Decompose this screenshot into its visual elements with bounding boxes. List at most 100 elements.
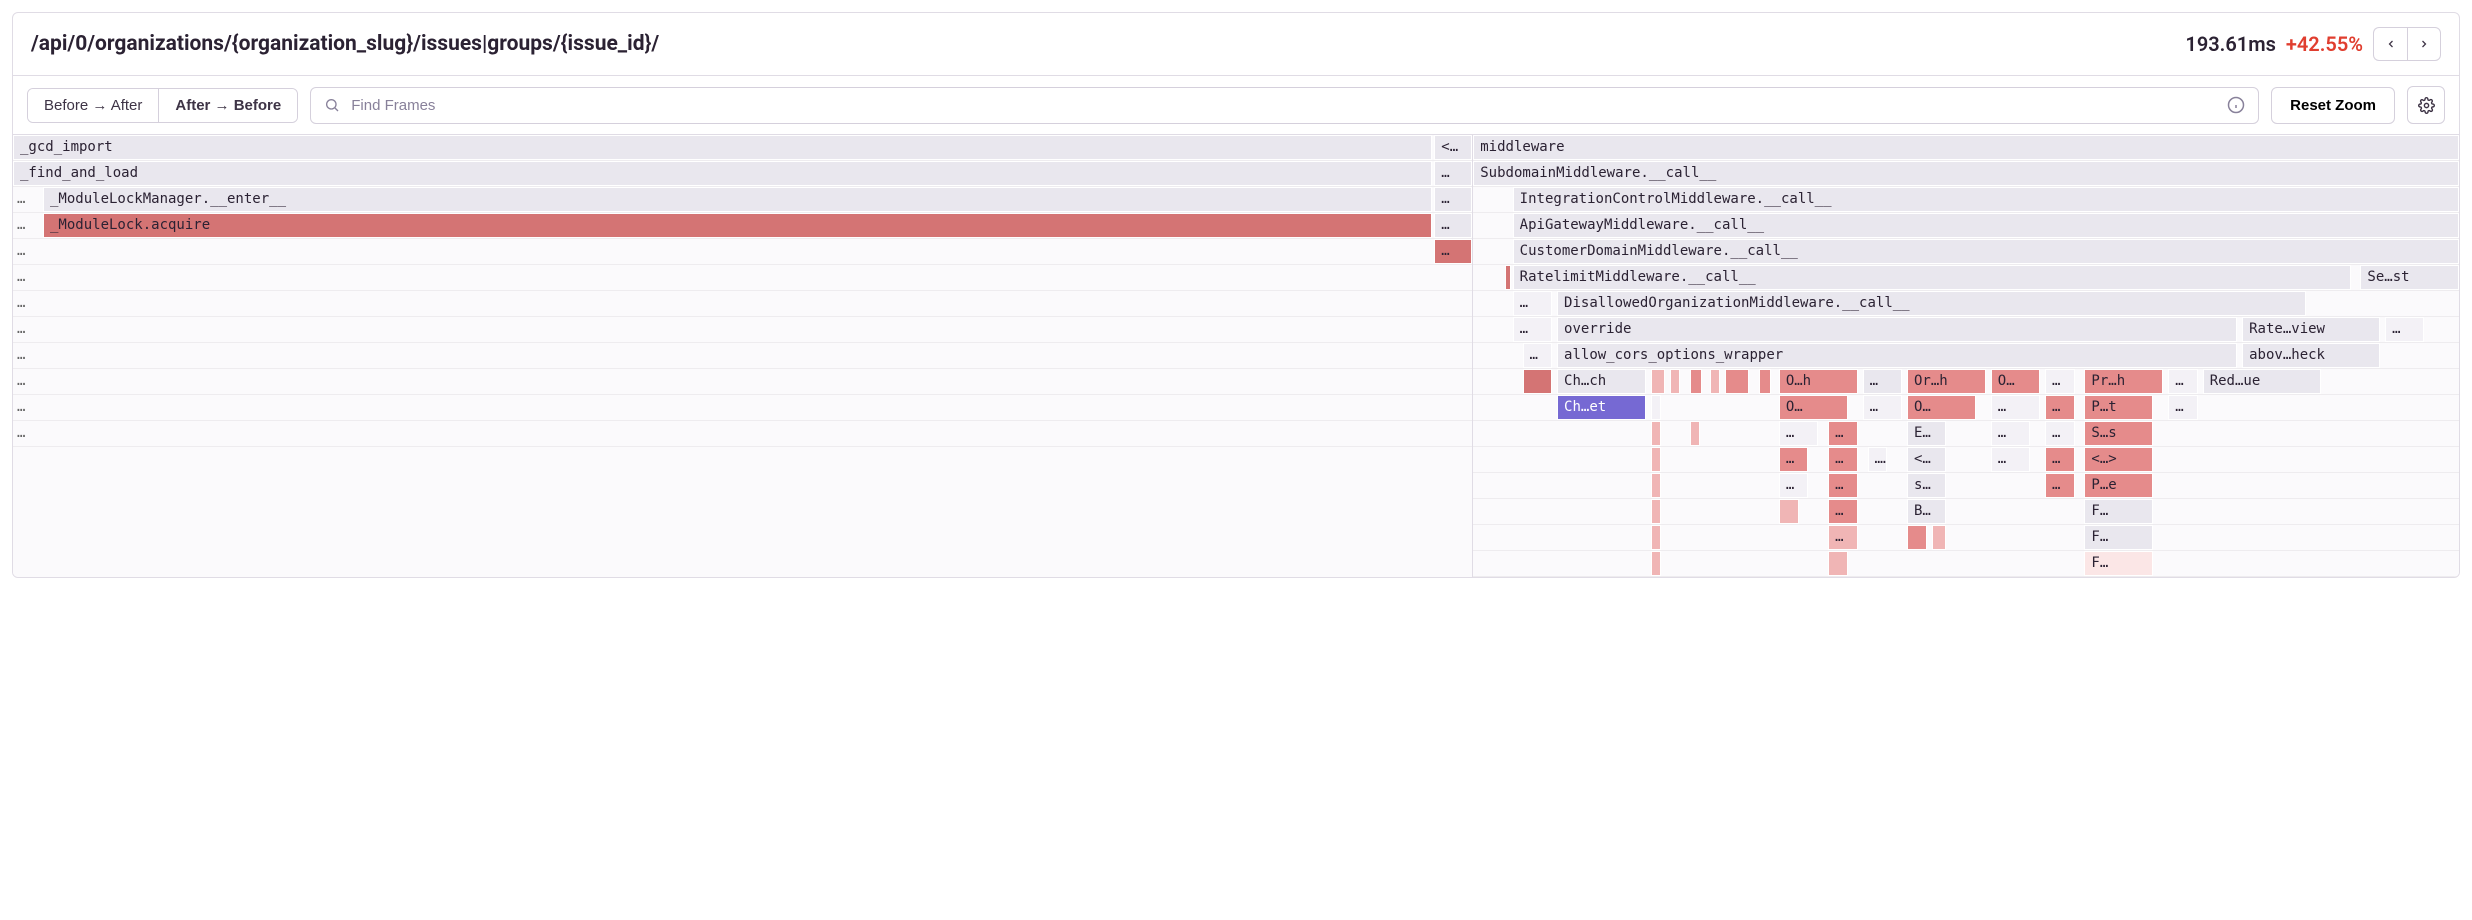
flame-frame[interactable]: …	[1868, 447, 1888, 472]
flame-frame[interactable]: …	[1863, 395, 1902, 420]
duration-value: 193.61ms	[2185, 32, 2275, 56]
flame-frame[interactable]: …	[2045, 447, 2075, 472]
flame-frame[interactable]: F…	[2084, 525, 2153, 550]
flame-row: _gcd_import<m…>	[13, 135, 1472, 161]
flame-frame[interactable]: …	[1779, 473, 1809, 498]
info-icon[interactable]	[2227, 96, 2245, 114]
settings-button[interactable]	[2407, 86, 2445, 124]
flame-frame[interactable]: override	[1557, 317, 2237, 342]
flame-frame[interactable]	[1725, 369, 1750, 394]
flame-frame[interactable]: DisallowedOrganizationMiddleware.__call_…	[1557, 291, 2306, 316]
flame-frame[interactable]	[1670, 369, 1680, 394]
flame-frame[interactable]	[1779, 499, 1799, 524]
flame-frame[interactable]: middleware	[1473, 135, 2459, 160]
prev-button[interactable]	[2373, 27, 2407, 61]
toggle-after-before[interactable]: After → Before	[159, 89, 297, 122]
flame-frame[interactable]: Rate…view	[2242, 317, 2380, 342]
flame-frame[interactable]: P…t	[2084, 395, 2153, 420]
flame-frame[interactable]	[1651, 473, 1661, 498]
flame-frame[interactable]	[1690, 369, 1702, 394]
flame-frame[interactable]: E…	[1907, 421, 1946, 446]
flame-frame[interactable]: …	[2045, 369, 2075, 394]
row-gutter: …	[13, 395, 41, 420]
flamegraph-left[interactable]: _gcd_import<m…>_find_and_load……_ModuleLo…	[13, 135, 1473, 577]
flame-frame[interactable]	[1651, 447, 1661, 472]
flame-frame[interactable]	[1523, 369, 1553, 394]
flame-frame[interactable]: CustomerDomainMiddleware.__call__	[1513, 239, 2459, 264]
flame-frame[interactable]: RatelimitMiddleware.__call__	[1513, 265, 2351, 290]
flame-frame-tail[interactable]: …	[1434, 239, 1472, 264]
flame-frame[interactable]: ApiGatewayMiddleware.__call__	[1513, 213, 2459, 238]
flame-frame[interactable]	[1759, 369, 1771, 394]
flamegraph-right[interactable]: middlewareSubdomainMiddleware.__call__In…	[1473, 135, 2459, 577]
flame-frame[interactable]: …	[2045, 473, 2075, 498]
flame-frame[interactable]: _ModuleLockManager.__enter__	[43, 187, 1432, 212]
flame-frame[interactable]: B…	[1907, 499, 1946, 524]
flame-frame[interactable]: S…s	[2084, 421, 2153, 446]
flame-frame[interactable]: F…	[2084, 551, 2153, 576]
flame-frame[interactable]	[1651, 421, 1661, 446]
flame-frame[interactable]: Ch…ch	[1557, 369, 1646, 394]
flame-frame[interactable]: SubdomainMiddleware.__call__	[1473, 161, 2459, 186]
flame-frame[interactable]: Or…h	[1907, 369, 1986, 394]
flame-frame[interactable]: …	[1991, 421, 2030, 446]
flame-frame[interactable]: …	[1828, 525, 1858, 550]
flame-frame[interactable]: P…e	[2084, 473, 2153, 498]
flame-frame[interactable]: …	[2045, 421, 2075, 446]
flame-frame[interactable]: _ModuleLock.acquire	[43, 213, 1432, 238]
flame-frame[interactable]	[1651, 551, 1661, 576]
reset-zoom-button[interactable]: Reset Zoom	[2271, 87, 2395, 124]
flame-frame[interactable]: …	[2168, 395, 2198, 420]
flame-frame[interactable]: IntegrationControlMiddleware.__call__	[1513, 187, 2459, 212]
flame-frame[interactable]: O…	[1991, 369, 2040, 394]
flame-frame-tail[interactable]: …	[1434, 187, 1472, 212]
flame-row: …allow_cors_options_wrapperabov…heck	[1473, 343, 2459, 369]
flame-frame[interactable]: …	[1828, 473, 1858, 498]
flame-frame[interactable]: O…	[1779, 395, 1848, 420]
flame-frame[interactable]	[1932, 525, 1947, 550]
flame-frame[interactable]: <…	[1907, 447, 1946, 472]
flame-frame[interactable]	[1651, 499, 1661, 524]
flame-frame[interactable]: …	[1863, 369, 1902, 394]
flame-frame[interactable]: …	[1779, 447, 1809, 472]
flame-frame[interactable]	[1651, 369, 1666, 394]
flame-frame[interactable]: F…	[2084, 499, 2153, 524]
flame-frame[interactable]: Pr…h	[2084, 369, 2163, 394]
flame-frame[interactable]: …	[1828, 447, 1858, 472]
flame-frame[interactable]: …	[2045, 395, 2075, 420]
flame-frame-tail[interactable]: <m…>	[1434, 135, 1472, 160]
flame-frame[interactable]	[1690, 421, 1700, 446]
flame-frame[interactable]	[1907, 525, 1927, 550]
flame-frame[interactable]: …	[1828, 421, 1858, 446]
flame-row: CustomerDomainMiddleware.__call__	[1473, 239, 2459, 265]
flame-frame[interactable]: Ch…et	[1557, 395, 1646, 420]
flame-frame[interactable]: allow_cors_options_wrapper	[1557, 343, 2237, 368]
flame-frame[interactable]: abov…heck	[2242, 343, 2380, 368]
flame-frame[interactable]	[1651, 525, 1661, 550]
flame-frame[interactable]: …	[1513, 317, 1552, 342]
flame-frame[interactable]: _gcd_import	[13, 135, 1432, 160]
flame-frame[interactable]: …	[1991, 395, 2040, 420]
flame-frame[interactable]: …	[1828, 499, 1858, 524]
flame-frame[interactable]: …	[1779, 421, 1818, 446]
toggle-before-after[interactable]: Before → After	[28, 89, 159, 122]
flame-frame[interactable]: Se…st	[2360, 265, 2459, 290]
flame-frame[interactable]: …	[2168, 369, 2198, 394]
flame-frame[interactable]: Red…ue	[2203, 369, 2321, 394]
flame-frame[interactable]: O…	[1907, 395, 1976, 420]
flame-frame-tail[interactable]: …	[1434, 161, 1472, 186]
flame-frame[interactable]	[1828, 551, 1848, 576]
flame-frame[interactable]: …	[1523, 343, 1553, 368]
flame-frame[interactable]	[1710, 369, 1720, 394]
flame-frame[interactable]: …	[2385, 317, 2424, 342]
flame-frame[interactable]: …	[1513, 291, 1552, 316]
next-button[interactable]	[2407, 27, 2441, 61]
flame-frame[interactable]: <…>	[2084, 447, 2153, 472]
flame-frame[interactable]: O…h	[1779, 369, 1858, 394]
search-input[interactable]	[310, 87, 2259, 124]
flame-frame[interactable]: _find_and_load	[13, 161, 1432, 186]
flame-frame[interactable]: s…	[1907, 473, 1946, 498]
flame-frame[interactable]	[1651, 395, 1661, 420]
flame-frame[interactable]: …	[1991, 447, 2030, 472]
flame-frame-tail[interactable]: …	[1434, 213, 1472, 238]
